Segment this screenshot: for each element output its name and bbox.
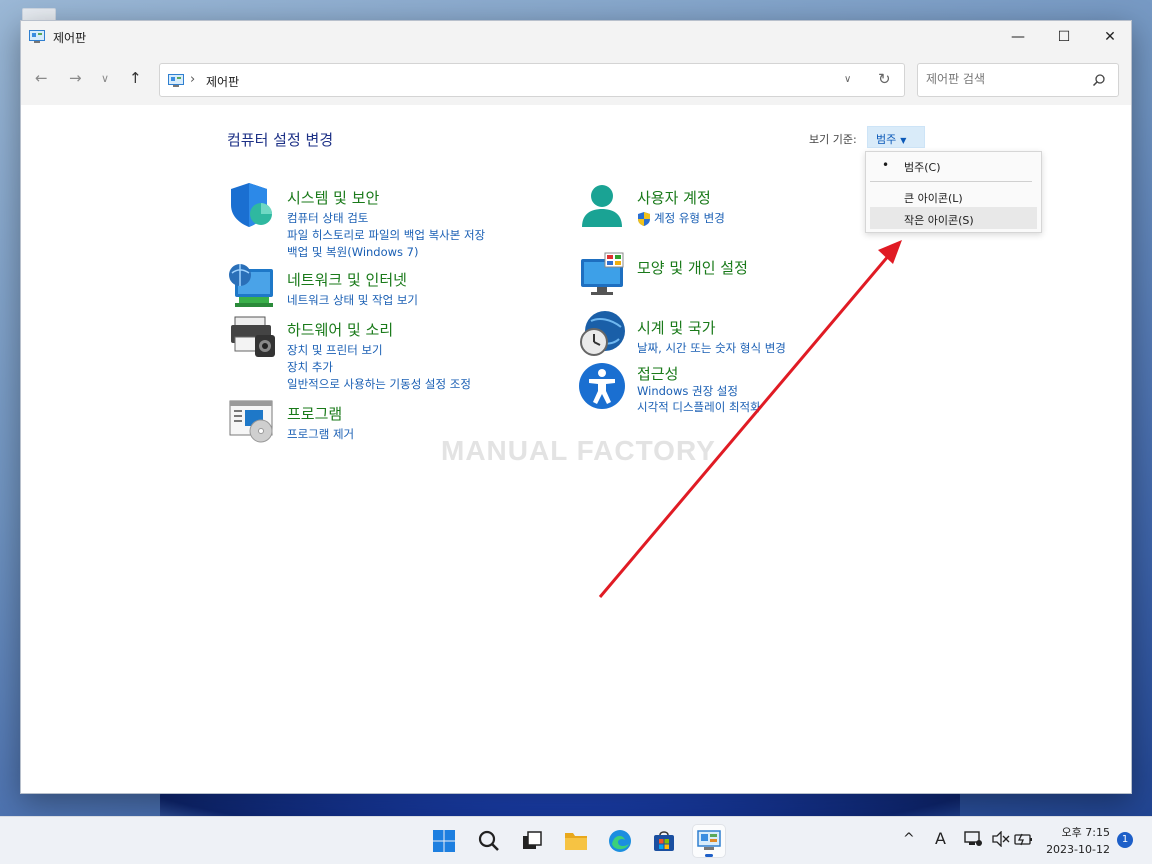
clock-time: 오후 7:15 bbox=[1061, 826, 1110, 839]
task-view-icon[interactable] bbox=[516, 825, 548, 857]
network-tray-icon[interactable] bbox=[964, 831, 982, 851]
tray-chevron-icon[interactable]: ^ bbox=[903, 831, 915, 847]
edge-icon[interactable] bbox=[604, 825, 636, 857]
notification-badge[interactable]: 1 bbox=[1117, 832, 1133, 848]
battery-icon[interactable] bbox=[1014, 831, 1034, 851]
annotation-arrow bbox=[598, 240, 902, 598]
file-explorer-icon[interactable] bbox=[560, 825, 592, 857]
windows-start-icon[interactable] bbox=[428, 825, 460, 857]
taskbar: ^ A 오후 7:15 2023-10-12 1 bbox=[0, 816, 1152, 864]
clock[interactable]: 오후 7:15 2023-10-12 bbox=[1040, 824, 1110, 858]
speaker-muted-icon[interactable] bbox=[992, 830, 1010, 851]
clock-date: 2023-10-12 bbox=[1046, 843, 1110, 856]
search-icon[interactable] bbox=[473, 825, 505, 857]
ime-indicator[interactable]: A bbox=[935, 829, 946, 848]
store-icon[interactable] bbox=[648, 825, 680, 857]
control-panel-taskbar-icon[interactable] bbox=[693, 825, 725, 857]
